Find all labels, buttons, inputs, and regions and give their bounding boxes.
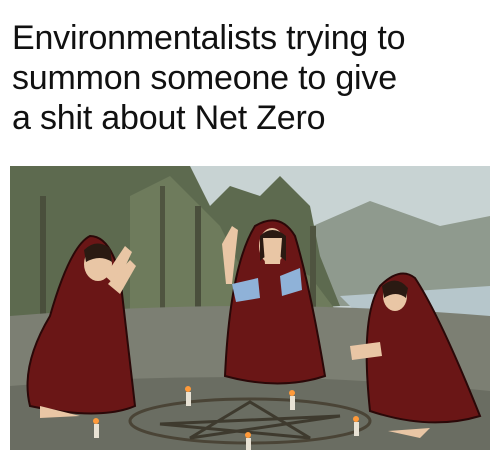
tree-trunk-1 (40, 196, 46, 316)
tree-trunk-2 (160, 186, 165, 316)
caption-line-3: a shit about Net Zero (12, 99, 326, 137)
caption-line-1: Environmentalists trying to (12, 19, 406, 57)
caption-line-2: summon someone to give (12, 59, 397, 97)
ritual-illustration (10, 166, 490, 450)
ritual-scene-svg (10, 166, 490, 450)
tree-trunk-3 (195, 206, 201, 316)
meme-caption: Environmentalists trying to summon someo… (12, 18, 492, 138)
